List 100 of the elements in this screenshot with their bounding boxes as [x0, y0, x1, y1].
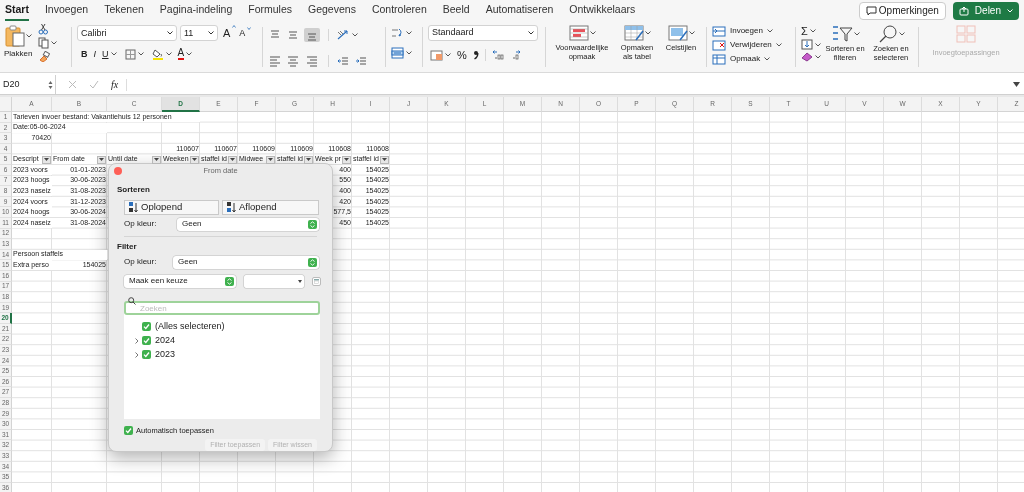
checkbox[interactable] [142, 322, 151, 332]
caret-icon [110, 52, 117, 57]
checkbox[interactable] [142, 336, 151, 346]
caret-icon [25, 34, 32, 38]
name-box[interactable]: D20 [0, 75, 56, 94]
comments-button[interactable]: Opmerkingen [858, 1, 946, 20]
bold-button[interactable]: B [81, 47, 88, 61]
calendar-icon [314, 278, 319, 284]
filter-dropdown-button[interactable] [190, 155, 199, 164]
field-label: Op kleur: [124, 218, 158, 231]
fill-button[interactable] [801, 39, 821, 50]
sort-color-dropdown[interactable]: Geen [177, 217, 319, 231]
underline-button[interactable]: U [102, 47, 117, 61]
search-icon [128, 296, 136, 305]
section-heading: Sorteren [117, 183, 151, 196]
ribbon-tab[interactable]: Controleren [371, 0, 427, 21]
align-left-icon [269, 54, 281, 67]
filter-dropdown-button[interactable] [266, 155, 275, 164]
sort-filter-icon [830, 25, 853, 43]
vertical-align-button[interactable] [304, 28, 320, 43]
filter-dropdown-button[interactable] [380, 155, 389, 164]
caret-down-icon [247, 26, 252, 30]
ribbon-tab[interactable]: Beeld [442, 0, 470, 21]
ribbon-tab[interactable]: Formules [248, 0, 292, 21]
align-button[interactable] [268, 54, 282, 67]
checkbox[interactable] [142, 350, 151, 360]
align-center-icon [287, 54, 299, 67]
caret-icon [766, 29, 773, 33]
decrease-indent-icon [337, 54, 349, 67]
ribbon-tab[interactable]: Automatiseren [485, 0, 554, 21]
checkbox[interactable] [124, 425, 133, 435]
copy-icon [38, 37, 50, 49]
share-button[interactable]: Delen [952, 1, 1019, 20]
increase-font-size-button[interactable]: A [223, 25, 237, 42]
cells-button[interactable]: Invoegen [712, 25, 790, 37]
font-size-dropdown[interactable]: 11 [180, 25, 218, 42]
caret-icon [528, 31, 534, 35]
expand-button[interactable] [135, 337, 139, 344]
caret-icon [898, 32, 905, 36]
close-button[interactable] [114, 167, 122, 175]
cells-button[interactable]: Verwijderen [712, 39, 790, 51]
ribbon-tab[interactable]: Ontwikkelaars [569, 0, 636, 21]
list-item-label: 2023 [155, 348, 176, 361]
enter-button[interactable] [89, 80, 99, 89]
italic-button[interactable]: I [93, 47, 96, 61]
caret-icon [382, 158, 387, 162]
indent-button[interactable] [336, 54, 350, 67]
percent-button[interactable]: % [457, 47, 467, 64]
condition-dropdown[interactable]: Maak een keuze [124, 274, 236, 288]
share-icon [958, 5, 969, 16]
caret-icon [688, 31, 695, 35]
sort-descending-button[interactable]: Aflopend [222, 199, 319, 215]
filter-dropdown-button[interactable] [42, 155, 51, 164]
paste-button[interactable]: Plakken [4, 25, 33, 60]
align-button[interactable] [286, 54, 300, 67]
autosum-button[interactable]: Σ [801, 25, 821, 37]
indent-button[interactable] [354, 54, 368, 67]
font-color-button[interactable]: A [177, 48, 193, 61]
filter-dropdown-button[interactable] [152, 155, 161, 164]
cells-button[interactable]: Opmaak [712, 53, 790, 65]
filter-color-dropdown[interactable]: Geen [173, 255, 319, 269]
borders-icon [124, 48, 136, 60]
font-name-dropdown[interactable]: Calibri [77, 25, 177, 42]
fill-color-button[interactable] [151, 48, 172, 61]
filter-dropdown-button[interactable] [228, 155, 237, 164]
accounting-icon [430, 49, 443, 61]
ribbon-tab[interactable]: Tekenen [104, 0, 144, 21]
conditional-formatting-icon [568, 25, 589, 41]
caret-icon [208, 31, 214, 36]
sort-ascending-icon [129, 201, 138, 213]
caret-icon [99, 158, 104, 162]
copy-button[interactable] [38, 37, 58, 49]
caret-icon [815, 42, 821, 47]
increase-decimal-button[interactable] [491, 49, 504, 62]
caret-icon [815, 55, 821, 59]
value-combo-field[interactable] [244, 274, 304, 288]
filter-dropdown-button[interactable] [342, 155, 351, 164]
number-format-dropdown[interactable]: Standaard [428, 25, 538, 41]
filter-dropdown-button[interactable] [97, 155, 106, 164]
cancel-button[interactable] [68, 80, 77, 89]
comma-style-button[interactable] [472, 50, 479, 61]
comma-icon [472, 50, 479, 61]
borders-button[interactable] [124, 48, 144, 60]
accounting-format-button[interactable] [430, 49, 451, 61]
search-icon [877, 25, 898, 43]
ribbon-tab[interactable]: Pagina-indeling [159, 0, 233, 21]
expand-button[interactable] [135, 351, 139, 358]
list-item-label: (Alles selecteren) [155, 320, 225, 333]
ribbon-tab[interactable]: Gegevens [308, 0, 356, 21]
function-label: fx [111, 78, 119, 92]
caret-icon [165, 52, 172, 57]
sort-ascending-button[interactable]: Oplopend [124, 199, 219, 215]
ribbon-tab[interactable]: Invoegen [44, 0, 89, 21]
search-field[interactable]: Zoeken [124, 301, 320, 316]
stepper-icon [225, 276, 234, 286]
align-button[interactable] [304, 54, 320, 67]
decrease-font-size-button[interactable]: A [239, 26, 252, 40]
calendar-button[interactable] [312, 276, 321, 286]
filter-dropdown-button[interactable] [304, 155, 313, 164]
clear-button[interactable] [801, 52, 821, 62]
